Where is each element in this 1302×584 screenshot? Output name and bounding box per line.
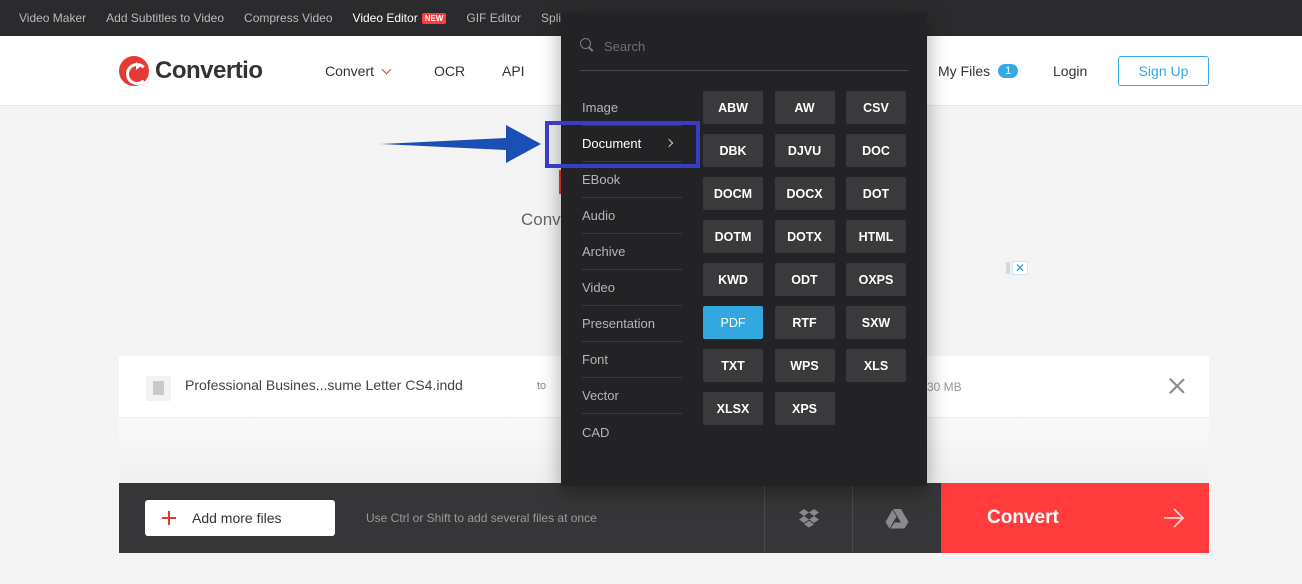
category-label: Archive [582,244,626,259]
logo-text: Convertio [155,57,263,84]
format-option[interactable]: DOT [846,177,906,210]
dropbox-button[interactable] [764,483,852,553]
nav-convert-label: Convert [325,63,375,79]
annotation-arrow-icon [380,125,541,163]
nav-api[interactable]: API [502,63,525,79]
format-search [580,36,908,71]
nav-convert[interactable]: Convert [325,63,392,79]
ad-close-icon[interactable]: ✕ [1011,261,1028,275]
action-bar: Add more files Use Ctrl or Shift to add … [119,483,1209,553]
my-files-link[interactable]: My Files 1 [938,63,1019,79]
category-label: Font [582,352,609,367]
format-option[interactable]: DOTX [774,220,835,253]
topbar-link-gif-editor[interactable]: GIF Editor [466,11,521,25]
new-badge: NEW [421,12,447,24]
category-label: Video [582,280,616,295]
ad-info-icon [1006,262,1010,274]
add-more-files-button[interactable]: Add more files [145,500,335,536]
format-option[interactable]: DOC [846,134,906,167]
google-drive-button[interactable] [852,483,940,553]
category-item[interactable]: CAD [582,414,682,450]
file-size: 30 MB [927,380,962,394]
file-icon [146,376,171,401]
format-option[interactable]: DJVU [774,134,835,167]
ad-choices[interactable]: ✕ [1006,260,1028,276]
category-label: EBook [582,172,621,187]
category-label: Presentation [582,316,655,331]
arrow-right-icon [1164,508,1185,528]
to-label: to [537,380,547,392]
format-option[interactable]: DBK [703,134,763,167]
convert-button-label: Convert [987,507,1059,528]
format-option[interactable]: ODT [774,263,835,296]
category-item[interactable]: Presentation [582,306,682,342]
format-option[interactable]: ABW [703,91,763,124]
topbar-link-add-subtitles[interactable]: Add Subtitles to Video [106,11,224,25]
topbar-link-compress-video[interactable]: Compress Video [244,11,333,25]
topbar-link-video-maker[interactable]: Video Maker [19,11,86,25]
category-item[interactable]: Video [582,270,682,306]
category-label: Vector [582,388,619,403]
format-option[interactable]: DOTM [703,220,763,253]
plus-icon [162,511,176,525]
topbar-link-video-editor[interactable]: Video Editor NEW [353,11,447,25]
remove-file-icon[interactable] [1167,376,1187,396]
convertio-logo-icon [119,56,149,86]
format-option[interactable]: TXT [703,349,763,382]
add-more-files-label: Add more files [192,510,282,526]
category-item[interactable]: Archive [582,234,682,270]
hero-subtitle-fragment: Conv [521,210,561,229]
format-option[interactable]: RTF [774,306,835,339]
category-item[interactable]: Vector [582,378,682,414]
topbar-link-video-editor-label: Video Editor [352,11,418,25]
file-name: Professional Busines...sume Letter CS4.i… [185,377,463,393]
my-files-label: My Files [938,63,991,79]
signup-button[interactable]: Sign Up [1118,56,1209,86]
format-option[interactable]: OXPS [846,263,906,296]
category-label: CAD [582,424,610,440]
category-label: Audio [582,208,616,223]
convert-button[interactable]: Convert [941,483,1209,553]
format-option[interactable]: DOCX [774,177,835,210]
format-option[interactable]: WPS [774,349,835,382]
category-label: Image [582,100,619,115]
format-option[interactable]: AW [774,91,835,124]
nav-ocr[interactable]: OCR [434,63,465,79]
google-drive-icon [885,508,908,528]
format-option[interactable]: XLSX [703,392,763,425]
category-item[interactable]: Audio [582,198,682,234]
category-item[interactable]: Font [582,342,682,378]
format-option[interactable]: PDF [703,306,763,339]
format-search-input[interactable] [604,39,894,54]
format-dropdown: ImageDocumentEBookAudioArchiveVideoPrese… [561,13,927,486]
format-option[interactable]: HTML [846,220,906,253]
my-files-count-badge: 1 [998,64,1019,78]
format-option[interactable]: XLS [846,349,906,382]
dropbox-icon [798,509,819,528]
logo[interactable]: Convertio [119,56,263,86]
format-option[interactable]: KWD [703,263,763,296]
format-grid: ABW AW CSV DBK DJVU DOC DOCM DOCX DOT DOTM DOTX HTM… [703,91,906,425]
format-option[interactable]: XPS [774,392,835,425]
format-option[interactable]: DOCM [703,177,763,210]
format-option[interactable]: CSV [846,91,906,124]
chevron-down-icon [381,64,392,74]
format-option[interactable]: SXW [846,306,906,339]
search-icon [580,38,594,52]
multi-select-hint: Use Ctrl or Shift to add several files a… [366,511,597,525]
annotation-highlight-box [545,121,700,168]
login-link[interactable]: Login [1053,63,1087,79]
